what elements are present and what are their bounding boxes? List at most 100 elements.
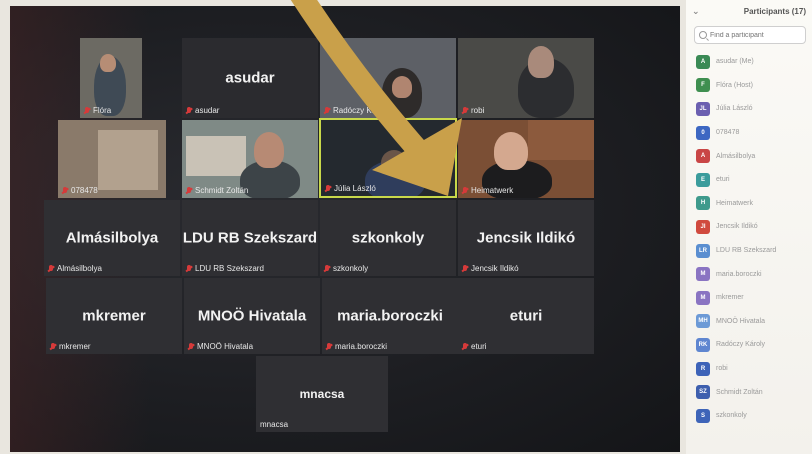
background-house bbox=[186, 136, 246, 176]
participant-search[interactable] bbox=[694, 26, 806, 44]
video-tile-mkremer[interactable]: mkremer mkremer bbox=[46, 278, 182, 354]
participant-name: LDU RB Szekszard bbox=[716, 247, 777, 255]
video-tile-jencsik[interactable]: Jencsik Ildikó Jencsik Ildikó bbox=[458, 200, 594, 276]
tile-name-tag: MNOÖ Hivatala bbox=[188, 342, 253, 351]
participant-list-item[interactable]: Eeturi bbox=[686, 168, 812, 192]
muted-mic-icon bbox=[324, 106, 330, 115]
participant-list-item[interactable]: F Flóra (Host) bbox=[686, 74, 812, 98]
video-tile-078478[interactable]: 078478 bbox=[58, 120, 166, 198]
participant-avatar: MH bbox=[696, 314, 710, 329]
muted-mic-icon bbox=[188, 342, 194, 351]
participant-list-item[interactable]: LR LDU RB Szekszard bbox=[686, 239, 812, 263]
participant-name: eturi bbox=[716, 176, 730, 184]
chevron-down-icon[interactable]: ⌄ bbox=[692, 6, 700, 17]
video-tile-eturi[interactable]: eturi eturi bbox=[458, 278, 594, 354]
participant-list-item[interactable]: SZ Schmidt Zoltán bbox=[686, 380, 812, 404]
video-tile-julia-active-speaker[interactable]: Júlia László bbox=[319, 118, 457, 198]
participants-panel-header: ⌄ Participants (17) bbox=[686, 0, 812, 22]
video-tile-szkonkoly[interactable]: szkonkoly szkonkoly bbox=[320, 200, 456, 276]
video-tile-mnacsa[interactable]: mnacsa mnacsa bbox=[256, 356, 388, 432]
tile-name-tag: eturi bbox=[462, 342, 487, 351]
muted-mic-icon bbox=[48, 264, 54, 273]
participant-face bbox=[494, 132, 528, 170]
participant-name-large: Almásilbolya bbox=[65, 229, 159, 247]
participant-avatar: F bbox=[696, 78, 710, 93]
video-tile-schmidt[interactable]: Schmidt Zoltán bbox=[182, 120, 318, 198]
video-tile-asudar[interactable]: asudar asudar bbox=[182, 38, 318, 118]
video-tile-mnoo[interactable]: MNOÖ Hivatala MNOÖ Hivatala bbox=[184, 278, 320, 354]
participant-list-item[interactable]: Mmaria.boroczki bbox=[686, 262, 812, 286]
muted-mic-icon bbox=[186, 186, 192, 195]
participant-name-large: LDU RB Szekszard bbox=[182, 229, 318, 247]
video-tile-maria[interactable]: maria.boroczki maria.boroczki bbox=[322, 278, 458, 354]
participant-avatar: 0 bbox=[696, 125, 710, 140]
muted-mic-icon bbox=[324, 264, 330, 273]
participant-name: 078478 bbox=[716, 129, 740, 137]
video-tile-ldu[interactable]: LDU RB Szekszard LDU RB Szekszard bbox=[182, 200, 318, 276]
tile-name-tag: LDU RB Szekszard bbox=[186, 264, 264, 273]
participant-name: asudar (Me) bbox=[716, 58, 754, 66]
participant-list-item[interactable]: Aasudar (Me) bbox=[686, 50, 812, 74]
participant-name-large: szkonkoly bbox=[351, 229, 425, 247]
search-icon bbox=[699, 31, 707, 39]
participant-avatar: JI bbox=[696, 219, 710, 234]
room-wall bbox=[98, 130, 158, 190]
participant-name: maria.boroczki bbox=[716, 270, 762, 278]
participant-face bbox=[254, 132, 284, 168]
video-tile-radoczy[interactable]: Radóczy Károly bbox=[320, 38, 456, 118]
participant-name: MNOÖ Hivatala bbox=[716, 317, 766, 325]
participant-name: Radóczy Károly bbox=[716, 341, 766, 349]
tile-name-tag: Radóczy Károly bbox=[324, 106, 389, 115]
muted-mic-icon bbox=[50, 342, 56, 351]
participant-avatar: E bbox=[696, 172, 710, 187]
participant-list-item[interactable]: JL Júlia László bbox=[686, 97, 812, 121]
tile-name-tag: mnacsa bbox=[260, 420, 289, 429]
tile-name-tag: 078478 bbox=[62, 186, 98, 195]
muted-mic-icon bbox=[326, 342, 332, 351]
tile-name-tag: maria.boroczki bbox=[326, 342, 387, 351]
participant-list-item[interactable]: Sszkonkoly bbox=[686, 404, 812, 428]
participant-face bbox=[100, 54, 116, 72]
participant-avatar: JL bbox=[696, 101, 710, 116]
participant-avatar: H bbox=[696, 196, 710, 211]
background-cabinet bbox=[528, 120, 594, 160]
muted-mic-icon bbox=[462, 186, 468, 195]
tile-name-tag: Flóra bbox=[84, 106, 111, 115]
participant-list-item[interactable]: A Almásilbolya bbox=[686, 144, 812, 168]
tile-name-tag: Jencsik Ildikó bbox=[462, 264, 519, 273]
participants-title: Participants (17) bbox=[743, 6, 806, 16]
video-tile-robi[interactable]: robi bbox=[458, 38, 594, 118]
participant-avatar: LR bbox=[696, 243, 710, 258]
participant-name-large: MNOÖ Hivatala bbox=[197, 307, 307, 325]
participant-face bbox=[381, 150, 407, 176]
tile-name-tag: robi bbox=[462, 106, 484, 115]
tile-name-tag: Heimatwerk bbox=[462, 186, 513, 195]
participant-avatar: R bbox=[696, 361, 710, 376]
participant-list-item[interactable]: Rrobi bbox=[686, 357, 812, 381]
participant-list-item[interactable]: MH MNOÖ Hivatala bbox=[686, 310, 812, 334]
participant-list-item[interactable]: H Heimatwerk bbox=[686, 192, 812, 216]
participant-name-large: mnacsa bbox=[299, 387, 345, 401]
muted-mic-icon bbox=[325, 184, 331, 193]
video-tile-flora[interactable]: Flóra bbox=[80, 38, 142, 118]
participant-name: Flóra (Host) bbox=[716, 81, 753, 89]
participant-avatar: M bbox=[696, 267, 710, 282]
participant-avatar: A bbox=[696, 149, 710, 164]
participant-face bbox=[392, 76, 412, 98]
muted-mic-icon bbox=[462, 264, 468, 273]
participant-list-item[interactable]: JI Jencsik Ildikó bbox=[686, 215, 812, 239]
participant-name: Schmidt Zoltán bbox=[716, 388, 763, 396]
participant-name: robi bbox=[716, 365, 728, 373]
participant-list-item[interactable]: Mmkremer bbox=[686, 286, 812, 310]
participant-list: Aasudar (Me) F Flóra (Host) JL Júlia László 0… bbox=[686, 50, 812, 428]
video-tile-almasilbolya[interactable]: Almásilbolya Almásilbolya bbox=[44, 200, 180, 276]
participant-name: Jencsik Ildikó bbox=[716, 223, 758, 231]
video-tile-heimatwerk[interactable]: Heimatwerk bbox=[458, 120, 594, 198]
participant-face bbox=[528, 46, 554, 78]
participant-list-item[interactable]: RK Radóczy Károly bbox=[686, 333, 812, 357]
muted-mic-icon bbox=[84, 106, 90, 115]
participants-panel: ⌄ Participants (17) Aasudar (Me) F Flóra (… bbox=[686, 0, 812, 454]
participant-name: mkremer bbox=[716, 294, 744, 302]
participant-list-item[interactable]: 0 078478 bbox=[686, 121, 812, 145]
participant-search-input[interactable] bbox=[710, 31, 800, 39]
